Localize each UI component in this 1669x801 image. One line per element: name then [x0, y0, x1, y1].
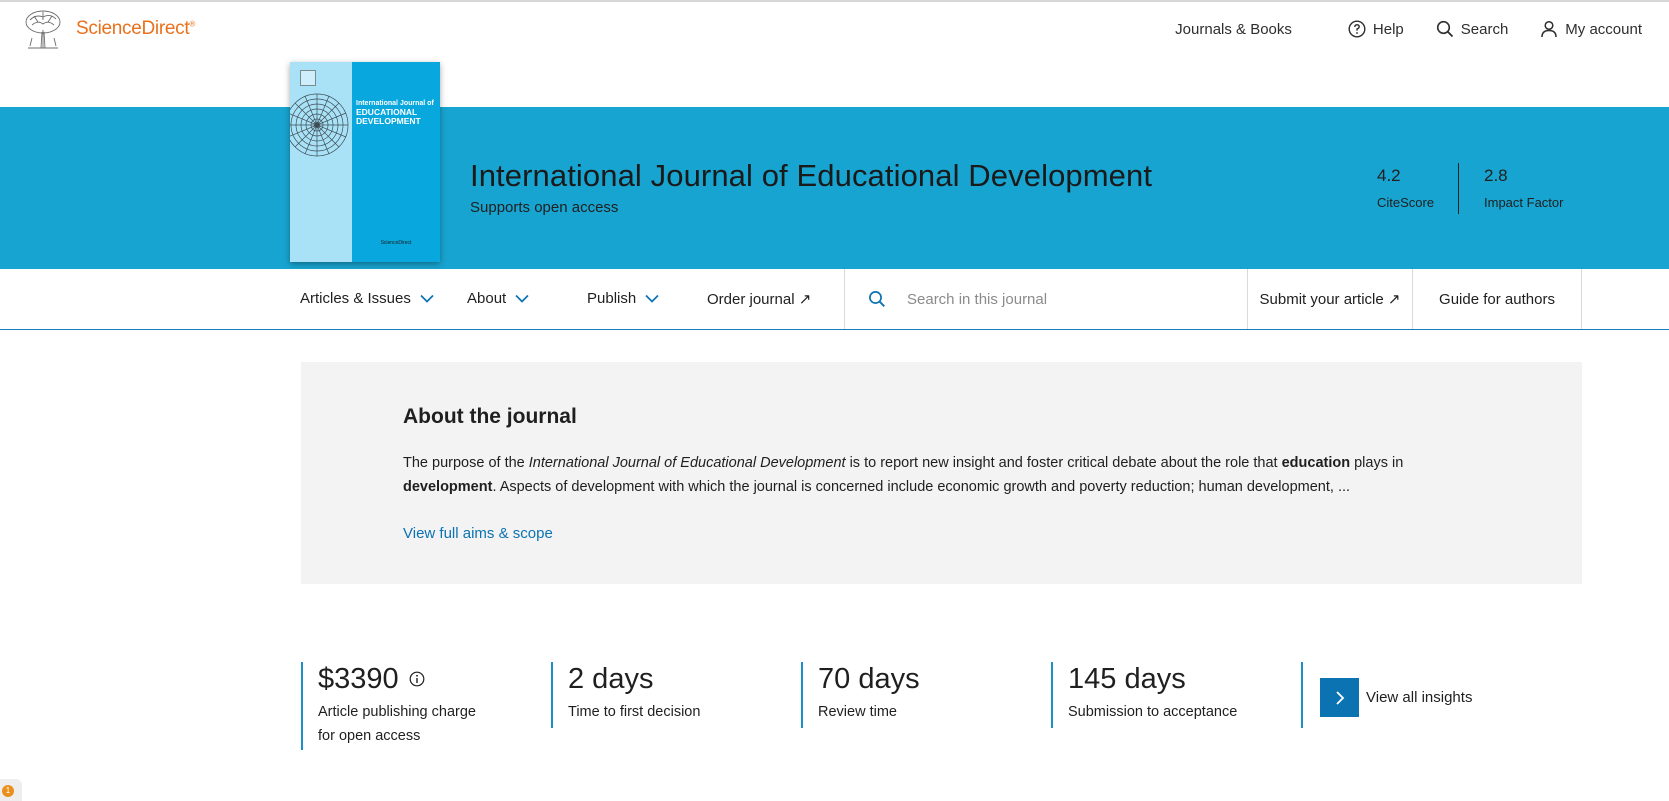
insight-value: 145 days — [1068, 663, 1186, 695]
insight-value: 2 days — [568, 663, 654, 695]
journal-search — [844, 269, 1248, 329]
impact-factor-value: 2.8 — [1484, 166, 1508, 185]
user-icon — [1541, 20, 1558, 38]
insight-first-decision: 2 days Time to first decision — [551, 662, 751, 728]
journal-cover[interactable]: International Journal of EDUCATIONAL DEV… — [290, 62, 440, 262]
my-account-link[interactable]: My account — [1540, 20, 1642, 38]
insight-submission-acceptance: 145 days Submission to acceptance — [1051, 662, 1251, 728]
tab-order-journal[interactable]: Order journal ↗ — [707, 290, 811, 308]
impact-factor-label: Impact Factor — [1484, 195, 1564, 210]
metric-divider — [1458, 163, 1459, 214]
impact-factor-metric[interactable]: 2.8 Impact Factor — [1484, 166, 1563, 210]
insight-label: Article publishing charge for open acces… — [318, 704, 476, 744]
cover-panel — [352, 62, 440, 262]
notification-badge[interactable]: 1 — [0, 779, 22, 801]
about-heading: About the journal — [403, 405, 577, 428]
citescore-label: CiteScore — [1377, 195, 1435, 210]
search-icon — [1436, 20, 1453, 38]
insight-view-all: View all insights — [1301, 662, 1521, 728]
help-circle-icon — [1348, 20, 1366, 38]
tab-articles-issues[interactable]: Articles & Issues — [300, 290, 434, 307]
tab-publish[interactable]: Publish — [587, 290, 659, 307]
cover-title: International Journal of EDUCATIONAL DEV… — [356, 100, 434, 126]
chevron-right-icon — [1320, 678, 1359, 717]
search-icon[interactable] — [868, 290, 886, 308]
insight-label: Time to first decision — [568, 704, 701, 720]
chevron-down-icon — [515, 294, 529, 303]
insight-apc: $3390 Article publishing charge for open… — [301, 662, 501, 750]
cover-publisher: ScienceDirect — [380, 240, 412, 246]
about-journal-panel: About the journal The purpose of the Int… — [301, 362, 1582, 584]
view-aims-scope-link[interactable]: View full aims & scope — [403, 525, 553, 542]
citescore-value: 4.2 — [1377, 166, 1401, 185]
submit-article-button[interactable]: Submit your article ↗ — [1247, 269, 1412, 329]
journals-books-link[interactable]: Journals & Books — [1175, 21, 1292, 38]
search-link[interactable]: Search — [1436, 20, 1508, 38]
journal-navigation: Articles & Issues About Publish Order jo… — [0, 269, 1669, 330]
cover-elsevier-logo — [300, 70, 316, 86]
elsevier-tree-icon — [20, 8, 66, 50]
cover-mandala-graphic — [290, 93, 349, 157]
insight-label: Review time — [818, 704, 897, 720]
insight-label: Submission to acceptance — [1068, 704, 1238, 720]
top-navigation: Journals & Books Help Search My account — [1175, 20, 1642, 38]
journal-search-input[interactable] — [907, 285, 1227, 313]
help-link[interactable]: Help — [1348, 20, 1404, 38]
tab-about[interactable]: About — [467, 290, 529, 307]
insight-value: 70 days — [818, 663, 920, 695]
citescore-metric[interactable]: 4.2 CiteScore — [1377, 166, 1434, 210]
site-header: ScienceDirect® Journals & Books Help Sea… — [0, 2, 1669, 62]
view-all-insights-button[interactable]: View all insights — [1320, 678, 1472, 717]
about-description: The purpose of the International Journal… — [403, 455, 1404, 495]
guide-for-authors-button[interactable]: Guide for authors — [1412, 269, 1582, 329]
insight-value: $3390 — [318, 663, 399, 695]
insight-review-time: 70 days Review time — [801, 662, 1001, 728]
sciencedirect-logo[interactable]: ScienceDirect® — [20, 8, 195, 50]
logo-wordmark: ScienceDirect® — [76, 18, 195, 39]
chevron-down-icon — [420, 294, 434, 303]
open-access-label: Supports open access — [470, 199, 619, 216]
chevron-down-icon — [645, 294, 659, 303]
info-icon[interactable] — [409, 671, 425, 687]
journal-title: International Journal of Educational Dev… — [470, 158, 1153, 193]
